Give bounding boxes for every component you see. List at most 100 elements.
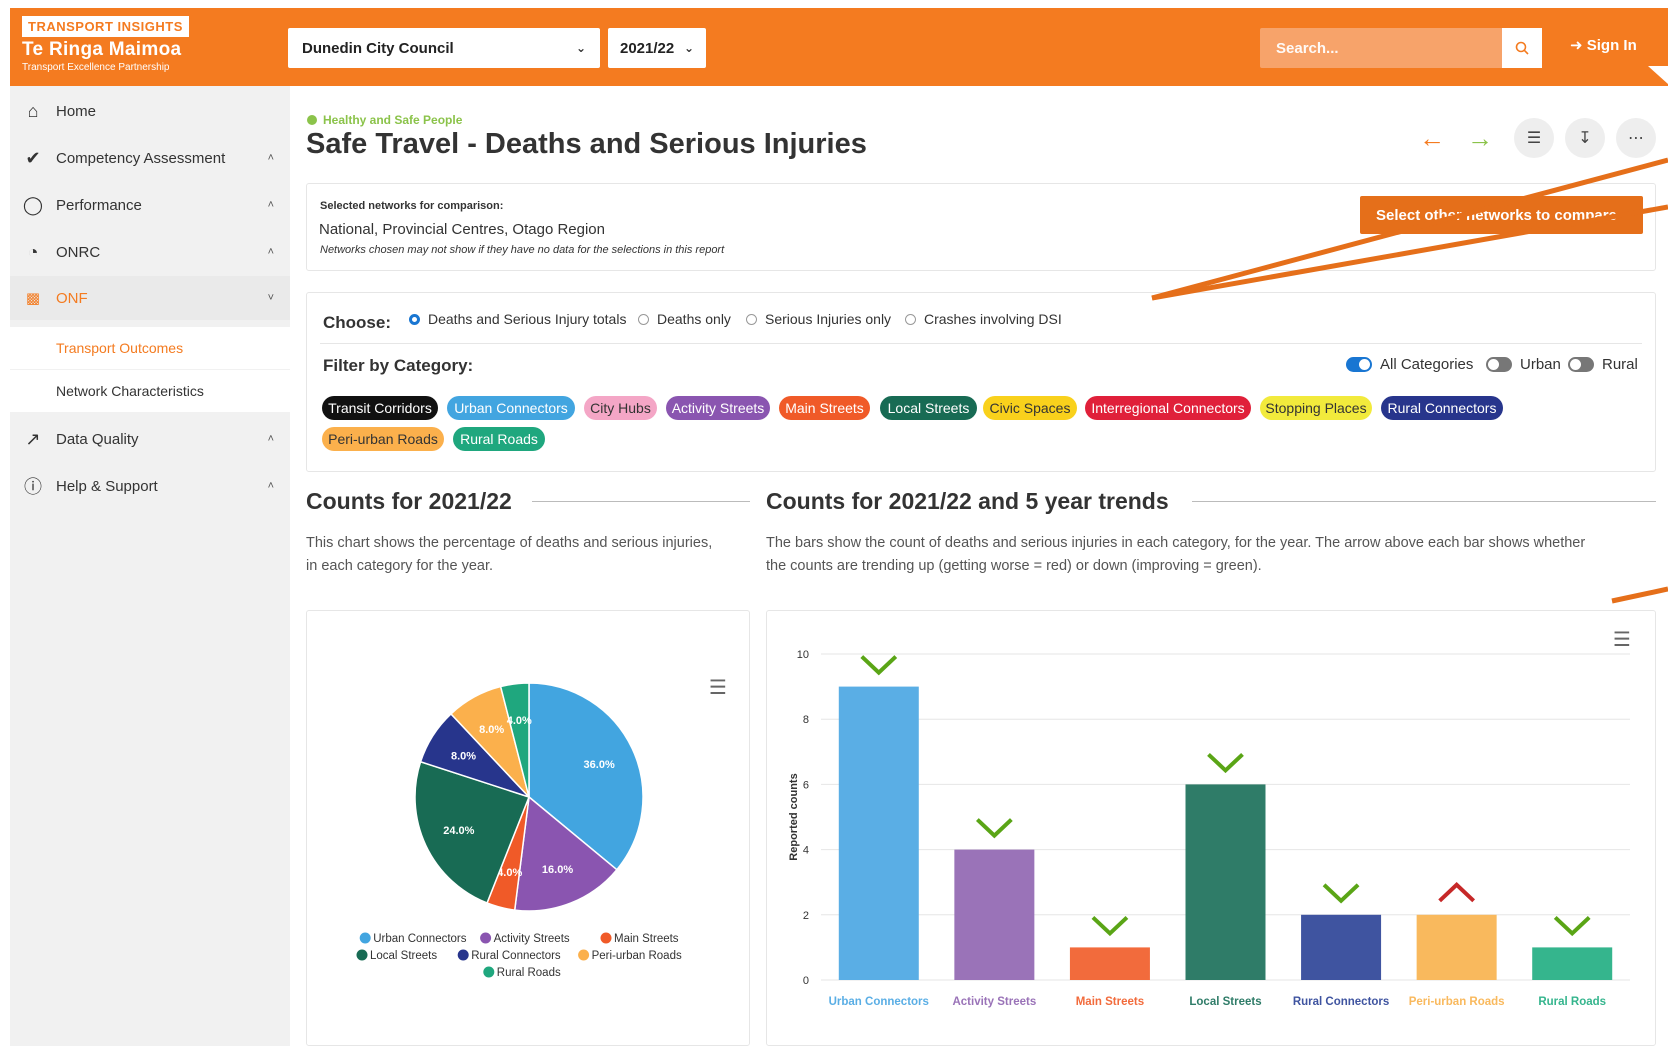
right-section-title: Counts for 2021/22 and 5 year trends [766,488,1169,514]
left-section-title: Counts for 2021/22 [306,488,512,514]
sidebar-item-home[interactable]: ⌂ Home [10,89,290,133]
x-tick-label: Urban Connectors [829,996,929,1008]
next-arrow-button[interactable]: → [1460,118,1500,158]
download-button[interactable]: ↧ [1565,118,1605,158]
toggle-all-categories[interactable]: All Categories [1346,356,1473,373]
grid-icon: ▩ [25,290,41,307]
trend-down-arrow [860,655,898,676]
legend-label: Activity Streets [494,933,570,945]
right-section-description: The bars show the count of deaths and se… [766,532,1585,578]
category-chip[interactable]: Urban Connectors [447,396,575,420]
trend-icon: ↗ [25,428,41,449]
sign-in-link[interactable]: ➜ Sign In [1570,36,1637,54]
pie-data-label: 16.0% [542,864,573,876]
sidebar-item-data-quality[interactable]: ↗ Data Quality ˄ [10,417,290,461]
comparison-label: Selected networks for comparison: [320,200,504,212]
toggle-switch [1346,357,1372,372]
sidebar-item-performance[interactable]: ◯ Performance ˄ [10,183,290,227]
legend-label: Rural Roads [497,967,561,979]
y-axis-label: Reported counts [788,773,800,860]
pie-data-label: 4.0% [507,715,532,727]
radio-serious-injuries-only[interactable]: Serious Injuries only [746,311,891,327]
y-tick-label: 0 [803,975,809,987]
description-line: the counts are trending up (getting wors… [766,558,1262,574]
legend-marker [457,949,469,961]
download-icon: ↧ [1578,130,1592,147]
year-select[interactable]: 2021/22 ⌄ [608,28,706,68]
chevron-up-icon: ˄ [267,480,274,492]
search-input[interactable] [1260,28,1500,68]
arrow-right-icon: → [1467,122,1493,153]
search-button[interactable] [1502,28,1542,68]
radio-crashes-dsi[interactable]: Crashes involving DSI [905,311,1062,327]
category-chip[interactable]: Peri-urban Roads [322,427,444,451]
toggle-label: Urban [1520,356,1561,373]
sidebar-item-competency[interactable]: ✔ Competency Assessment ˄ [10,136,290,180]
sign-in-icon: ➜ [1570,37,1583,54]
legend-marker [600,932,612,944]
legend-marker [483,966,495,978]
more-button[interactable]: ⋯ [1616,118,1656,158]
left-section-description: This chart shows the percentage of death… [306,532,712,578]
legend-marker [480,932,492,944]
category-chip[interactable]: Interregional Connectors [1085,396,1251,420]
sidebar-item-label: Performance [56,196,142,214]
brand-logo[interactable]: TRANSPORT INSIGHTS Te Ringa Maimoa Trans… [22,16,189,73]
bar [1185,784,1266,980]
y-tick-label: 8 [803,714,809,726]
x-tick-label: Peri-urban Roads [1409,996,1505,1008]
section-rule [532,501,750,502]
category-chip[interactable]: City Hubs [584,396,657,420]
section-rule [1192,501,1656,502]
select-networks-button[interactable]: Select other networks to compare [1360,196,1643,234]
pie-data-label: 24.0% [443,825,474,837]
category-chip[interactable]: Rural Roads [453,427,545,451]
category-chip[interactable]: Rural Connectors [1381,396,1503,420]
trend-down-arrow [1207,752,1244,774]
pie-data-label: 8.0% [451,750,476,762]
legend-label: Urban Connectors [373,933,467,945]
sidebar-item-label: Help & Support [56,477,158,495]
list-button[interactable]: ☰ [1514,118,1554,158]
category-chip[interactable]: Stopping Places [1260,396,1372,420]
description-line: This chart shows the percentage of death… [306,535,713,551]
toggle-label: All Categories [1380,356,1474,373]
sidebar-item-help[interactable]: ⓘ Help & Support ˄ [10,464,290,508]
category-chip[interactable]: Main Streets [779,396,870,420]
toggle-urban[interactable]: Urban [1486,356,1561,373]
radio-label: Deaths and Serious Injury totals [428,311,627,327]
bar [838,686,919,980]
radio-deaths-only[interactable]: Deaths only [638,311,731,327]
toggle-rural[interactable]: Rural [1568,356,1638,373]
bar-chart: 0 2 4 6 8 10 Reported counts Urban Connectors Ac… [788,649,1630,1008]
sidebar-subitem-network-characteristics[interactable]: Network Characteristics [10,370,290,412]
bar [1069,947,1150,980]
category-chip[interactable]: Activity Streets [666,396,770,420]
radio-label: Serious Injuries only [765,311,892,327]
sidebar-subitem-transport-outcomes[interactable]: Transport Outcomes [10,327,290,369]
sidebar: ⌂ Home ✔ Competency Assessment ˄ ◯ Perfo… [10,86,290,1046]
sidebar-subitem-label: Network Characteristics [56,383,204,399]
sidebar-item-onf[interactable]: ▩ ONF ˅ [10,276,290,320]
category-chip[interactable]: Local Streets [880,396,977,420]
previous-arrow-button[interactable]: ← [1412,118,1452,158]
category-chip[interactable]: Civic Spaces [983,396,1077,420]
council-select[interactable]: Dunedin City Council ⌄ [288,28,600,68]
legend-label: Local Streets [370,950,437,962]
breadcrumb[interactable]: Healthy and Safe People [307,113,462,127]
filter-label: Filter by Category: [323,356,474,375]
sign-in-label: Sign In [1586,37,1637,54]
page: TRANSPORT INSIGHTS Te Ringa Maimoa Trans… [0,0,1668,1046]
bar [954,849,1035,980]
sidebar-item-onrc[interactable]: ◔ ONRC ˄ [10,230,290,274]
radio-dsi-totals[interactable]: Deaths and Serious Injury totals [409,311,626,327]
pie-chart: 36.0%16.0%4.0%24.0%8.0%8.0%4.0%Urban Con… [356,682,682,979]
divider [320,343,1642,344]
choose-label: Choose: [323,313,391,332]
chevron-down-icon: ⌄ [683,41,694,55]
trend-down-arrow [975,818,1013,839]
category-chip[interactable]: Transit Corridors [322,396,438,420]
legend-marker [578,949,590,961]
home-icon: ⌂ [27,100,39,121]
bar [1416,914,1497,980]
